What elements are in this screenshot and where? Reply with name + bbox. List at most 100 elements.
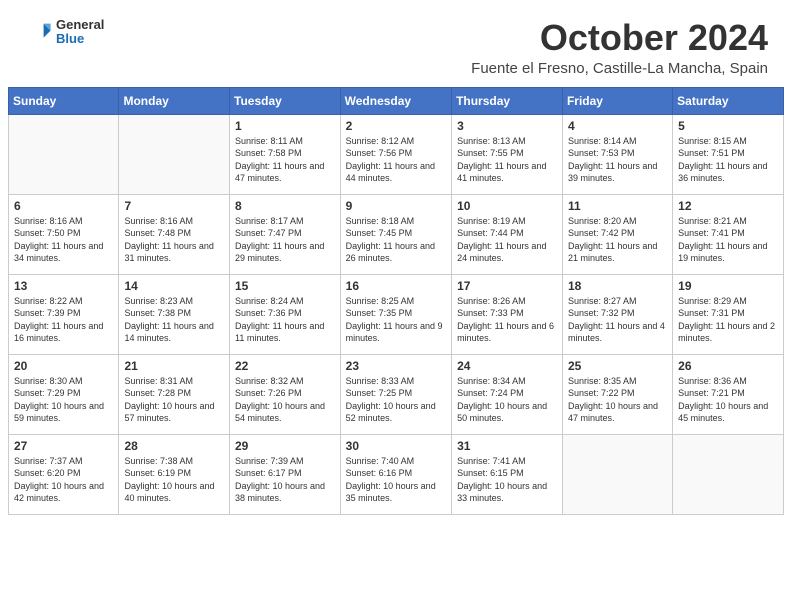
calendar-week-row: 6Sunrise: 8:16 AMSunset: 7:50 PMDaylight…: [9, 194, 784, 274]
calendar-cell: 26Sunrise: 8:36 AMSunset: 7:21 PMDayligh…: [673, 354, 784, 434]
calendar-cell: 17 Sunrise: 8:26 AMSunset: 7:33 PMDayligh…: [452, 274, 563, 354]
day-info: Sunrise: 8:32 AMSunset: 7:26 PMDaylight:…: [235, 375, 335, 425]
calendar-cell: 12Sunrise: 8:21 AMSunset: 7:41 PMDayligh…: [673, 194, 784, 274]
logo-text: General Blue: [56, 18, 104, 47]
day-info: Sunrise: 8:22 AMSunset: 7:39 PMDaylight:…: [14, 295, 113, 345]
day-info: Sunrise: 8:27 AMSunset: 7:32 PMDaylight:…: [568, 295, 667, 345]
day-number: 31: [457, 439, 557, 453]
day-info: Sunrise: 8:24 AMSunset: 7:36 PMDaylight:…: [235, 295, 335, 345]
logo-icon: [24, 18, 52, 46]
calendar-cell: 13Sunrise: 8:22 AMSunset: 7:39 PMDayligh…: [9, 274, 119, 354]
calendar-cell: [562, 434, 672, 514]
calendar-cell: 9 Sunrise: 8:18 AMSunset: 7:45 PMDaylight…: [340, 194, 451, 274]
day-number: 23: [346, 359, 446, 373]
calendar-cell: 5 Sunrise: 8:15 AMSunset: 7:51 PMDaylight…: [673, 114, 784, 194]
day-number: 3: [457, 119, 557, 133]
day-info: Sunrise: 8:17 AMSunset: 7:47 PMDaylight:…: [235, 215, 335, 265]
day-info: Sunrise: 8:30 AMSunset: 7:29 PMDaylight:…: [14, 375, 113, 425]
calendar-cell: 7 Sunrise: 8:16 AMSunset: 7:48 PMDaylight…: [119, 194, 230, 274]
logo-general: General: [56, 18, 104, 32]
weekday-header: Wednesday: [340, 87, 451, 114]
calendar-cell: 31 Sunrise: 7:41 AMSunset: 6:15 PMDayligh…: [452, 434, 563, 514]
calendar-cell: 19Sunrise: 8:29 AMSunset: 7:31 PMDayligh…: [673, 274, 784, 354]
calendar-week-row: 13Sunrise: 8:22 AMSunset: 7:39 PMDayligh…: [9, 274, 784, 354]
day-info: Sunrise: 8:19 AMSunset: 7:44 PMDaylight:…: [457, 215, 557, 265]
calendar-week-row: 20 Sunrise: 8:30 AMSunset: 7:29 PMDayligh…: [9, 354, 784, 434]
day-number: 14: [124, 279, 224, 293]
weekday-header: Saturday: [673, 87, 784, 114]
day-number: 21: [124, 359, 224, 373]
calendar-cell: 1Sunrise: 8:11 AMSunset: 7:58 PMDaylight…: [230, 114, 341, 194]
calendar-week-row: 27Sunrise: 7:37 AMSunset: 6:20 PMDayligh…: [9, 434, 784, 514]
weekday-header-row: SundayMondayTuesdayWednesdayThursdayFrid…: [9, 87, 784, 114]
day-number: 6: [14, 199, 113, 213]
weekday-header: Tuesday: [230, 87, 341, 114]
day-number: 18: [568, 279, 667, 293]
day-number: 9: [346, 199, 446, 213]
day-number: 7: [124, 199, 224, 213]
page-header: General Blue October 2024 Fuente el Fres…: [0, 0, 792, 87]
calendar-cell: 23Sunrise: 8:33 AMSunset: 7:25 PMDayligh…: [340, 354, 451, 434]
weekday-header: Sunday: [9, 87, 119, 114]
calendar-cell: 29Sunrise: 7:39 AMSunset: 6:17 PMDayligh…: [230, 434, 341, 514]
logo-blue: Blue: [56, 32, 104, 46]
day-info: Sunrise: 7:38 AMSunset: 6:19 PMDaylight:…: [124, 455, 224, 505]
day-number: 25: [568, 359, 667, 373]
day-info: Sunrise: 7:40 AMSunset: 6:16 PMDaylight:…: [346, 455, 446, 505]
weekday-header: Monday: [119, 87, 230, 114]
calendar-cell: 11 Sunrise: 8:20 AMSunset: 7:42 PMDayligh…: [562, 194, 672, 274]
day-info: Sunrise: 8:20 AMSunset: 7:42 PMDaylight:…: [568, 215, 667, 265]
day-number: 26: [678, 359, 778, 373]
calendar-cell: 24Sunrise: 8:34 AMSunset: 7:24 PMDayligh…: [452, 354, 563, 434]
day-info: Sunrise: 8:26 AMSunset: 7:33 PMDaylight:…: [457, 295, 557, 345]
calendar-cell: 28 Sunrise: 7:38 AMSunset: 6:19 PMDayligh…: [119, 434, 230, 514]
day-info: Sunrise: 7:41 AMSunset: 6:15 PMDaylight:…: [457, 455, 557, 505]
day-number: 10: [457, 199, 557, 213]
calendar-week-row: 1Sunrise: 8:11 AMSunset: 7:58 PMDaylight…: [9, 114, 784, 194]
calendar-cell: 20 Sunrise: 8:30 AMSunset: 7:29 PMDayligh…: [9, 354, 119, 434]
day-number: 11: [568, 199, 667, 213]
month-title: October 2024: [471, 18, 768, 58]
title-section: October 2024 Fuente el Fresno, Castille-…: [471, 18, 768, 77]
location: Fuente el Fresno, Castille-La Mancha, Sp…: [471, 60, 768, 77]
day-number: 15: [235, 279, 335, 293]
calendar-cell: 6Sunrise: 8:16 AMSunset: 7:50 PMDaylight…: [9, 194, 119, 274]
calendar-cell: 21 Sunrise: 8:31 AMSunset: 7:28 PMDayligh…: [119, 354, 230, 434]
day-info: Sunrise: 8:25 AMSunset: 7:35 PMDaylight:…: [346, 295, 446, 345]
day-number: 5: [678, 119, 778, 133]
day-info: Sunrise: 8:14 AMSunset: 7:53 PMDaylight:…: [568, 135, 667, 185]
day-number: 8: [235, 199, 335, 213]
calendar-cell: 3 Sunrise: 8:13 AMSunset: 7:55 PMDaylight…: [452, 114, 563, 194]
calendar-wrapper: SundayMondayTuesdayWednesdayThursdayFrid…: [0, 87, 792, 523]
day-info: Sunrise: 8:31 AMSunset: 7:28 PMDaylight:…: [124, 375, 224, 425]
day-number: 2: [346, 119, 446, 133]
day-number: 22: [235, 359, 335, 373]
calendar-cell: [119, 114, 230, 194]
calendar-cell: 30Sunrise: 7:40 AMSunset: 6:16 PMDayligh…: [340, 434, 451, 514]
day-number: 12: [678, 199, 778, 213]
day-info: Sunrise: 8:12 AMSunset: 7:56 PMDaylight:…: [346, 135, 446, 185]
calendar-cell: 10 Sunrise: 8:19 AMSunset: 7:44 PMDayligh…: [452, 194, 563, 274]
day-number: 4: [568, 119, 667, 133]
day-number: 1: [235, 119, 335, 133]
day-number: 17: [457, 279, 557, 293]
day-info: Sunrise: 7:37 AMSunset: 6:20 PMDaylight:…: [14, 455, 113, 505]
calendar-cell: 22 Sunrise: 8:32 AMSunset: 7:26 PMDayligh…: [230, 354, 341, 434]
calendar-cell: [9, 114, 119, 194]
day-number: 20: [14, 359, 113, 373]
calendar-cell: 18 Sunrise: 8:27 AMSunset: 7:32 PMDayligh…: [562, 274, 672, 354]
day-number: 29: [235, 439, 335, 453]
day-info: Sunrise: 8:16 AMSunset: 7:48 PMDaylight:…: [124, 215, 224, 265]
day-info: Sunrise: 8:13 AMSunset: 7:55 PMDaylight:…: [457, 135, 557, 185]
day-number: 28: [124, 439, 224, 453]
calendar-cell: 27Sunrise: 7:37 AMSunset: 6:20 PMDayligh…: [9, 434, 119, 514]
calendar-cell: 4 Sunrise: 8:14 AMSunset: 7:53 PMDaylight…: [562, 114, 672, 194]
day-number: 16: [346, 279, 446, 293]
calendar-cell: 16 Sunrise: 8:25 AMSunset: 7:35 PMDayligh…: [340, 274, 451, 354]
calendar-table: SundayMondayTuesdayWednesdayThursdayFrid…: [8, 87, 784, 515]
calendar-cell: 15 Sunrise: 8:24 AMSunset: 7:36 PMDayligh…: [230, 274, 341, 354]
day-number: 19: [678, 279, 778, 293]
weekday-header: Thursday: [452, 87, 563, 114]
day-info: Sunrise: 8:18 AMSunset: 7:45 PMDaylight:…: [346, 215, 446, 265]
day-info: Sunrise: 8:15 AMSunset: 7:51 PMDaylight:…: [678, 135, 778, 185]
